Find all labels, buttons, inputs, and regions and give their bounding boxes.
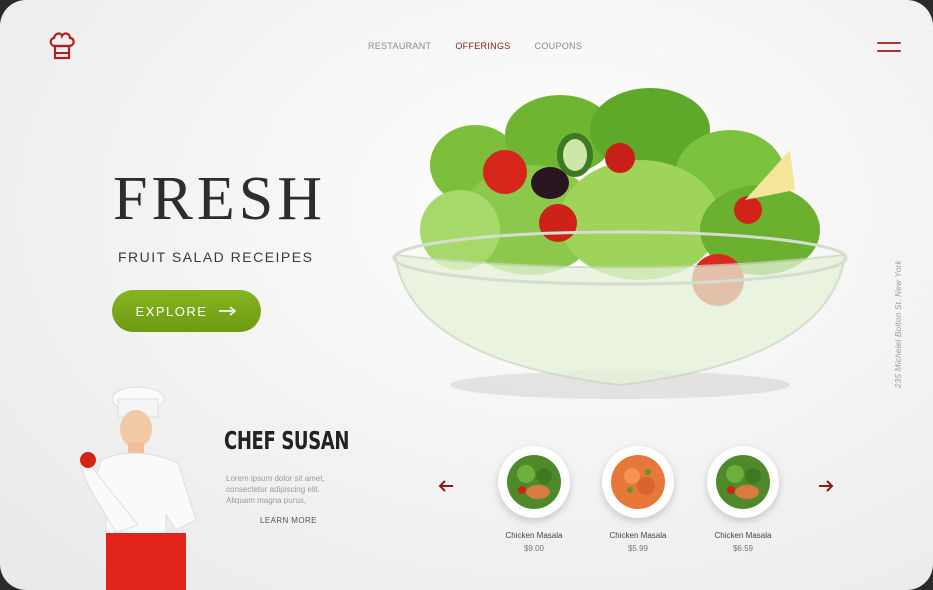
dish-pasta-image <box>602 446 674 518</box>
nav-coupons[interactable]: COUPONS <box>535 41 583 51</box>
hero-subtitle: FRUIT SALAD RECEIPES <box>118 249 314 265</box>
dish-salad-image <box>498 446 570 518</box>
arrow-right-icon <box>219 306 237 316</box>
hamburger-menu-icon[interactable] <box>877 41 901 55</box>
explore-label: EXPLORE <box>135 303 208 319</box>
chef-name: CHEF SUSAN <box>224 426 350 455</box>
arrow-right-icon[interactable] <box>818 479 834 493</box>
dish-price: $6.59 <box>732 544 754 553</box>
arrow-left-icon[interactable] <box>438 479 454 493</box>
chef-hat-icon[interactable] <box>48 32 76 62</box>
dish-name: Chicken Masala <box>609 531 667 540</box>
dish-price: $5.99 <box>627 544 649 553</box>
chef-description: Lorem ipsum dolor sit amet, consectetur … <box>226 474 325 505</box>
dish-salad-image <box>707 446 779 518</box>
address-text: 235 Michelel Bolton St. New York <box>894 260 903 388</box>
explore-button[interactable]: EXPLORE <box>112 290 261 332</box>
nav-offerings[interactable]: OFFERINGS <box>455 41 510 51</box>
dish-card[interactable]: Chicken Masala $5.99 <box>598 446 678 553</box>
dish-name: Chicken Masala <box>714 531 772 540</box>
dish-price: $9.00 <box>523 544 545 553</box>
dish-card[interactable]: Chicken Masala $6.59 <box>703 446 783 553</box>
salad-bowl-image <box>392 88 848 399</box>
chef-photo <box>79 386 197 590</box>
nav-restaurant[interactable]: RESTAURANT <box>368 41 431 51</box>
dish-name: Chicken Masala <box>505 531 563 540</box>
dish-card[interactable]: Chicken Masala $9.00 <box>494 446 574 553</box>
hero-title: FRESH <box>113 165 326 233</box>
landing-page: RESTAURANT OFFERINGS COUPONS FRESH FRUIT… <box>0 0 933 590</box>
learn-more-link[interactable]: LEARN MORE <box>260 516 317 525</box>
main-nav: RESTAURANT OFFERINGS COUPONS <box>368 41 582 51</box>
